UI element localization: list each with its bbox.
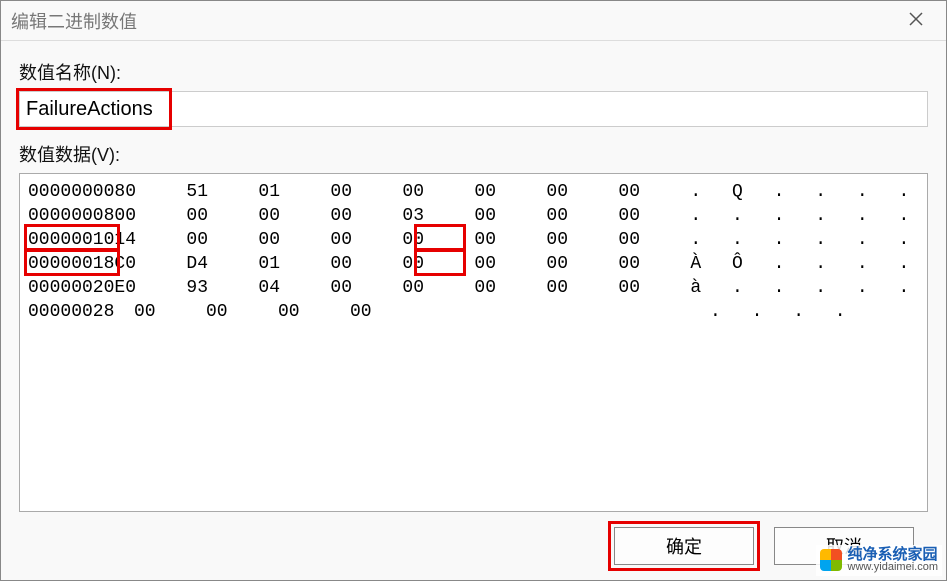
hex-offset: 00000010 [28,228,114,252]
hex-row: 00000000 80 51 01 00 00 00 00 00 . Q . .… [28,180,919,204]
hex-byte[interactable]: 00 [114,204,186,228]
hex-bytes: 00 00 00 00 03 00 00 00 [114,204,690,228]
hex-byte[interactable]: 00 [330,252,402,276]
hex-byte[interactable]: 00 [474,204,546,228]
watermark-title: 纯净系统家园 [848,547,938,563]
hex-byte[interactable]: 03 [402,204,474,228]
hex-byte [566,300,638,324]
hex-byte[interactable]: D4 [186,252,258,276]
hex-byte[interactable]: 00 [186,228,258,252]
hex-byte[interactable]: 00 [546,276,618,300]
hex-byte[interactable]: 00 [258,204,330,228]
logo-icon [820,549,842,571]
hex-byte [494,300,566,324]
hex-byte[interactable]: 00 [474,180,546,204]
dialog-button-row: 确定 取消 [19,512,928,580]
hex-byte[interactable]: C0 [114,252,186,276]
hex-byte[interactable]: 00 [330,276,402,300]
value-name-input[interactable] [19,91,928,127]
hex-byte[interactable]: 00 [618,276,690,300]
hex-offset: 00000000 [28,180,114,204]
hex-offset: 00000008 [28,204,114,228]
hex-bytes: 00 00 00 00 [134,300,710,324]
hex-byte[interactable]: 04 [258,276,330,300]
hex-offset: 00000018 [28,252,114,276]
hex-ascii: . Q . . . . . . [690,180,928,204]
hex-byte[interactable]: 00 [134,300,206,324]
hex-byte[interactable]: 00 [258,228,330,252]
hex-byte[interactable]: 80 [114,180,186,204]
titlebar: 编辑二进制数值 [1,1,946,41]
hex-row: 00000018 C0 D4 01 00 00 00 00 00 À Ô . .… [28,252,919,276]
value-data-label: 数值数据(V): [19,141,928,167]
hex-row: 00000020 E0 93 04 00 00 00 00 00 à . . .… [28,276,919,300]
window-title: 编辑二进制数值 [11,8,896,34]
watermark: 纯净系统家园 www.yidaimei.com [816,545,942,576]
hex-bytes: 80 51 01 00 00 00 00 00 [114,180,690,204]
hex-ascii: . . . . [710,300,919,324]
hex-byte[interactable]: 93 [186,276,258,300]
hex-byte[interactable]: 00 [330,180,402,204]
hex-byte[interactable]: 00 [186,204,258,228]
hex-byte[interactable]: 00 [618,180,690,204]
hex-byte[interactable]: 00 [546,204,618,228]
hex-ascii: à . . . . . . . [690,276,928,300]
hex-byte[interactable]: 00 [618,228,690,252]
hex-bytes: E0 93 04 00 00 00 00 00 [114,276,690,300]
hex-offset: 00000020 [28,276,114,300]
close-button[interactable] [896,1,936,41]
hex-byte[interactable]: 00 [546,228,618,252]
hex-offset: 00000028 [28,300,134,324]
hex-byte[interactable]: 00 [402,228,474,252]
hex-byte[interactable]: 00 [330,228,402,252]
hex-byte[interactable]: 00 [474,276,546,300]
watermark-text: 纯净系统家园 www.yidaimei.com [848,547,938,574]
hex-byte[interactable]: 00 [618,204,690,228]
hex-row: 00000010 14 00 00 00 00 00 00 00 . . . .… [28,228,919,252]
hex-byte[interactable]: 00 [474,252,546,276]
hex-byte[interactable]: 00 [278,300,350,324]
hex-byte [422,300,494,324]
ok-button[interactable]: 确定 [614,527,754,565]
close-icon [909,10,923,31]
value-name-field-wrap [19,91,928,127]
hex-byte[interactable]: 01 [258,180,330,204]
dialog-edit-binary: 编辑二进制数值 数值名称(N): 数值数据(V): 00000000 80 51… [0,0,947,581]
hex-byte[interactable]: 51 [186,180,258,204]
watermark-url: www.yidaimei.com [848,562,938,574]
hex-byte[interactable]: 00 [546,180,618,204]
hex-byte[interactable]: 00 [330,204,402,228]
hex-byte[interactable]: 00 [350,300,422,324]
hex-bytes: C0 D4 01 00 00 00 00 00 [114,252,690,276]
hex-byte [638,300,710,324]
binary-data-editor[interactable]: 00000000 80 51 01 00 00 00 00 00 . Q . .… [19,173,928,512]
hex-ascii: À Ô . . . . . . [690,252,928,276]
hex-byte[interactable]: E0 [114,276,186,300]
hex-byte[interactable]: 00 [546,252,618,276]
hex-bytes: 14 00 00 00 00 00 00 00 [114,228,690,252]
value-name-label: 数值名称(N): [19,59,928,85]
hex-byte[interactable]: 00 [618,252,690,276]
ok-button-wrap: 确定 [614,527,754,565]
hex-byte[interactable]: 00 [206,300,278,324]
hex-byte[interactable]: 14 [114,228,186,252]
hex-byte[interactable]: 00 [474,228,546,252]
hex-byte[interactable]: 01 [258,252,330,276]
hex-byte[interactable]: 00 [402,180,474,204]
hex-byte[interactable]: 00 [402,252,474,276]
hex-byte[interactable]: 00 [402,276,474,300]
hex-ascii: . . . . . . . . [690,228,928,252]
hex-row: 00000028 00 00 00 00 . . . . [28,300,919,324]
hex-ascii: . . . . . . . . [690,204,928,228]
hex-row: 00000008 00 00 00 00 03 00 00 00 . . . .… [28,204,919,228]
dialog-body: 数值名称(N): 数值数据(V): 00000000 80 51 01 00 0… [1,41,946,580]
